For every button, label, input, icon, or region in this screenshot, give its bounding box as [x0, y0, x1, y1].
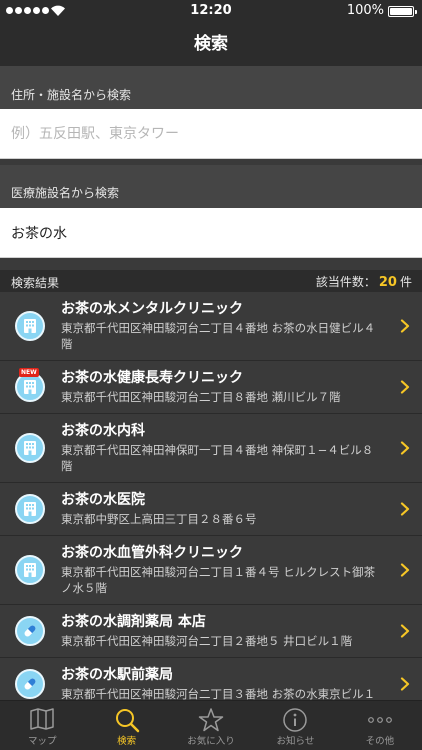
hospital-icon	[24, 380, 36, 394]
results-label: 検索結果	[11, 276, 60, 290]
facility-address: 東京都千代田区神田駿河台二丁目１番４号 ヒルクレスト御茶ノ水５階	[61, 565, 376, 595]
facility-icon	[15, 669, 45, 699]
facility-name: お茶の水内科	[61, 423, 145, 439]
result-item[interactable]: お茶の水内科東京都千代田区神田神保町一丁目４番地 神保町１−４ビル８階	[0, 414, 422, 483]
tab-more-label: その他	[365, 736, 395, 747]
hospital-icon	[24, 502, 36, 516]
address-search-row	[0, 109, 422, 159]
facility-address: 東京都千代田区神田駿河台二丁目３番地 お茶の水東京ビル１	[61, 687, 376, 700]
results-count: 該当件数： 20 件	[316, 273, 412, 290]
result-item[interactable]: お茶の水血管外科クリニック東京都千代田区神田駿河台二丁目１番４号 ヒルクレスト御…	[0, 536, 422, 605]
facility-name: お茶の水メンタルクリニック	[61, 301, 243, 317]
page-title: 検索	[194, 34, 228, 54]
address-search-input[interactable]	[0, 109, 422, 158]
tab-search[interactable]: 検索	[84, 701, 168, 750]
facility-icon	[15, 433, 45, 463]
status-bar: 12:20 100%	[0, 0, 422, 22]
facility-name: お茶の水血管外科クリニック	[61, 545, 243, 561]
results-count-prefix: 該当件数：	[315, 275, 376, 289]
tab-notices[interactable]: お知らせ	[253, 701, 337, 750]
facility-address: 東京都千代田区神田神保町一丁目４番地 神保町１−４ビル８階	[61, 443, 374, 473]
result-item[interactable]: お茶の水調剤薬局 本店東京都千代田区神田駿河台二丁目２番地５ 井口ビル１階	[0, 605, 422, 658]
hospital-icon	[24, 319, 36, 333]
tab-favorites[interactable]: お気に入り	[169, 701, 253, 750]
facility-name: お茶の水調剤薬局 本店	[61, 614, 206, 630]
tab-favorites-label: お気に入り	[187, 736, 235, 747]
chevron-right-icon	[400, 380, 410, 394]
more-icon	[367, 717, 392, 723]
facility-address: 東京都千代田区神田駿河台二丁目２番地５ 井口ビル１階	[61, 634, 353, 648]
tab-notices-label: お知らせ	[276, 736, 315, 747]
result-item[interactable]: お茶の水駅前薬局東京都千代田区神田駿河台二丁目３番地 お茶の水東京ビル１	[0, 658, 422, 700]
facility-icon	[15, 616, 45, 646]
facility-name: お茶の水医院	[61, 492, 145, 508]
facility-address: 東京都中野区上高田三丁目２８番６号	[61, 512, 257, 526]
results-list[interactable]: お茶の水メンタルクリニック東京都千代田区神田駿河台二丁目４番地 お茶の水日健ビル…	[0, 292, 422, 700]
result-item[interactable]: NEW お茶の水健康長寿クリニック東京都千代田区神田駿河台二丁目８番地 瀬川ビル７…	[0, 361, 422, 414]
chevron-right-icon	[400, 677, 410, 691]
pill-icon	[24, 625, 36, 637]
chevron-right-icon	[400, 563, 410, 577]
facility-address: 東京都千代田区神田駿河台二丁目４番地 お茶の水日健ビル４階	[61, 321, 376, 351]
tab-bar: マップ 検索 お気に入り お知らせ その他	[0, 700, 422, 750]
battery-percent: 100%	[346, 3, 384, 18]
chevron-right-icon	[400, 502, 410, 516]
hospital-icon	[24, 563, 36, 577]
result-item[interactable]: お茶の水医院東京都中野区上高田三丁目２８番６号	[0, 483, 422, 536]
result-item[interactable]: お茶の水メンタルクリニック東京都千代田区神田駿河台二丁目４番地 お茶の水日健ビル…	[0, 292, 422, 361]
tab-map[interactable]: マップ	[0, 701, 84, 750]
results-count-number: 20	[378, 275, 397, 290]
address-search-label: 住所・施設名から検索	[0, 66, 422, 109]
facility-name: お茶の水駅前薬局	[61, 667, 173, 683]
facility-icon	[15, 311, 45, 341]
hospital-icon	[24, 441, 36, 455]
new-badge: NEW	[19, 368, 39, 377]
facility-name: お茶の水健康長寿クリニック	[61, 370, 243, 386]
facility-search-row	[0, 208, 422, 258]
results-count-suffix: 件	[399, 275, 412, 289]
facility-address: 東京都千代田区神田駿河台二丁目８番地 瀬川ビル７階	[61, 390, 341, 404]
tab-more[interactable]: その他	[338, 701, 422, 750]
chevron-right-icon	[400, 624, 410, 638]
chevron-right-icon	[400, 441, 410, 455]
facility-icon	[15, 555, 45, 585]
tab-search-label: 検索	[117, 736, 137, 747]
search-icon	[115, 709, 139, 733]
info-icon	[283, 708, 308, 732]
navigation-bar: 検索	[0, 22, 422, 66]
pill-icon	[24, 678, 36, 690]
star-icon	[198, 708, 224, 732]
facility-search-input[interactable]	[0, 208, 422, 257]
map-icon	[30, 708, 54, 730]
facility-icon	[15, 494, 45, 524]
facility-search-label: 医療施設名から検索	[0, 165, 422, 208]
battery-icon	[388, 6, 417, 17]
results-header: 検索結果 該当件数： 20 件	[0, 270, 422, 292]
tab-map-label: マップ	[27, 736, 57, 747]
chevron-right-icon	[400, 319, 410, 333]
